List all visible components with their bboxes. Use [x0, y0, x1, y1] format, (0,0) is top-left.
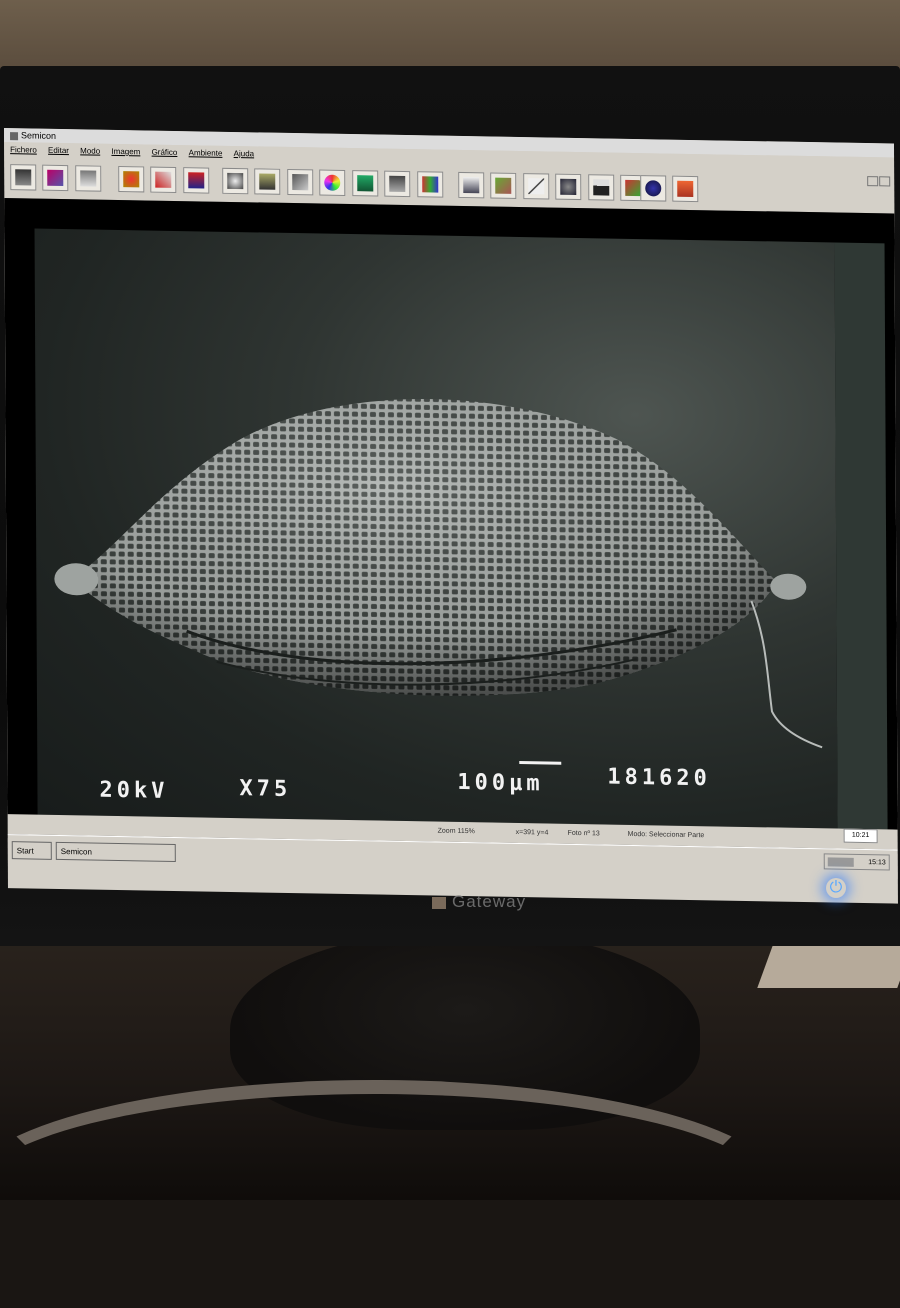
- monitor-screen: Semicon Fichero Editar Modo Imagem Gráfi…: [4, 128, 898, 904]
- system-tray: 15:13: [823, 853, 890, 871]
- toolbar-group-layers: [352, 170, 445, 200]
- menu-ambiente[interactable]: Ambiente: [189, 145, 223, 162]
- camera-button[interactable]: [10, 164, 37, 191]
- toolbar-group-tools: [458, 171, 648, 203]
- start-button[interactable]: Start: [11, 841, 52, 860]
- sem-image-id: 181620: [607, 764, 711, 792]
- toolbar-group-draw: [118, 165, 211, 196]
- sem-magnification-label: X75: [239, 776, 292, 803]
- tray-clock: 15:13: [868, 859, 886, 867]
- film-button[interactable]: [417, 171, 444, 198]
- layers-button[interactable]: [352, 170, 379, 197]
- toolbar-group-file: [10, 164, 103, 194]
- monitor-brand-text: Gateway: [452, 892, 527, 911]
- viewer-side-strip: [834, 242, 888, 830]
- camera-icon: [15, 169, 32, 186]
- palette-icon: [123, 171, 140, 188]
- line-icon: [528, 178, 545, 195]
- menu-fichero[interactable]: Fichero: [10, 142, 37, 158]
- status-photo: Foto nº 13: [567, 829, 600, 838]
- export-icon: [625, 179, 642, 197]
- toolbar-group-help: [640, 175, 701, 204]
- print-icon: [80, 170, 97, 187]
- line-button[interactable]: [523, 173, 550, 200]
- tray-icons: [827, 857, 854, 867]
- gateway-logo-icon: [432, 896, 446, 909]
- taskbar-app-semicon[interactable]: Semicon: [55, 841, 176, 863]
- zoom-button[interactable]: [222, 167, 249, 195]
- histogram-button[interactable]: [587, 174, 615, 201]
- restore-button[interactable]: [879, 176, 891, 187]
- select-button[interactable]: [458, 171, 485, 199]
- seed-specimen: [54, 399, 823, 749]
- menu-ajuda[interactable]: Ajuda: [234, 146, 255, 162]
- sem-scale-label: 100µm: [457, 769, 544, 797]
- sem-micrograph[interactable]: [34, 228, 838, 829]
- info-icon: [645, 180, 662, 197]
- stack-button[interactable]: [384, 170, 411, 198]
- film-icon: [422, 176, 439, 193]
- tools-icon: [155, 171, 172, 188]
- menu-editar[interactable]: Editar: [48, 143, 69, 159]
- layers-icon: [357, 175, 374, 192]
- chart-icon: [259, 173, 276, 190]
- particles-icon: [560, 178, 577, 195]
- color-wheel-icon: [324, 174, 341, 191]
- start-label: Start: [16, 846, 34, 856]
- status-time-box: 10:21: [843, 828, 878, 844]
- sem-voltage-label: 20kV: [99, 777, 169, 804]
- status-coords: x=391 y=4: [515, 828, 549, 837]
- grid-button[interactable]: [287, 168, 314, 196]
- status-mode: Modo: Seleccionar Parte: [627, 830, 705, 840]
- open-image-button[interactable]: [42, 164, 69, 192]
- toolbar-group-analysis: [222, 167, 348, 198]
- zoom-icon: [227, 172, 244, 190]
- power-button-icon[interactable]: ⏻: [826, 878, 846, 898]
- minimize-button[interactable]: [867, 176, 879, 187]
- histogram-icon: [593, 179, 610, 196]
- user-icon: [677, 180, 694, 198]
- particles-button[interactable]: [555, 173, 582, 201]
- grid-icon: [292, 174, 309, 191]
- cable: [0, 1080, 788, 1308]
- app-icon: [10, 131, 19, 140]
- status-zoom: Zoom 115%: [437, 827, 475, 836]
- open-image-icon: [47, 169, 64, 187]
- color-wheel-button[interactable]: [319, 169, 346, 196]
- print-button[interactable]: [75, 165, 102, 192]
- window-controls: [866, 173, 891, 191]
- menu-imagem[interactable]: Imagem: [111, 144, 140, 161]
- text-icon: [188, 172, 205, 189]
- chart-button[interactable]: [254, 168, 281, 195]
- text-button[interactable]: [183, 167, 210, 194]
- measure-button[interactable]: [490, 172, 517, 199]
- tools-button[interactable]: [150, 166, 177, 194]
- palette-button[interactable]: [118, 165, 145, 193]
- stack-icon: [389, 175, 406, 193]
- user-button[interactable]: [672, 175, 699, 203]
- select-icon: [463, 177, 480, 194]
- menu-grafico[interactable]: Gráfico: [152, 145, 178, 161]
- info-button[interactable]: [640, 175, 667, 202]
- measure-icon: [495, 177, 512, 194]
- monitor-brand-logo: Gateway: [432, 892, 526, 912]
- taskbar-app-label: Semicon: [60, 847, 92, 857]
- window-title: Semicon: [21, 130, 57, 141]
- menu-modo[interactable]: Modo: [80, 143, 100, 159]
